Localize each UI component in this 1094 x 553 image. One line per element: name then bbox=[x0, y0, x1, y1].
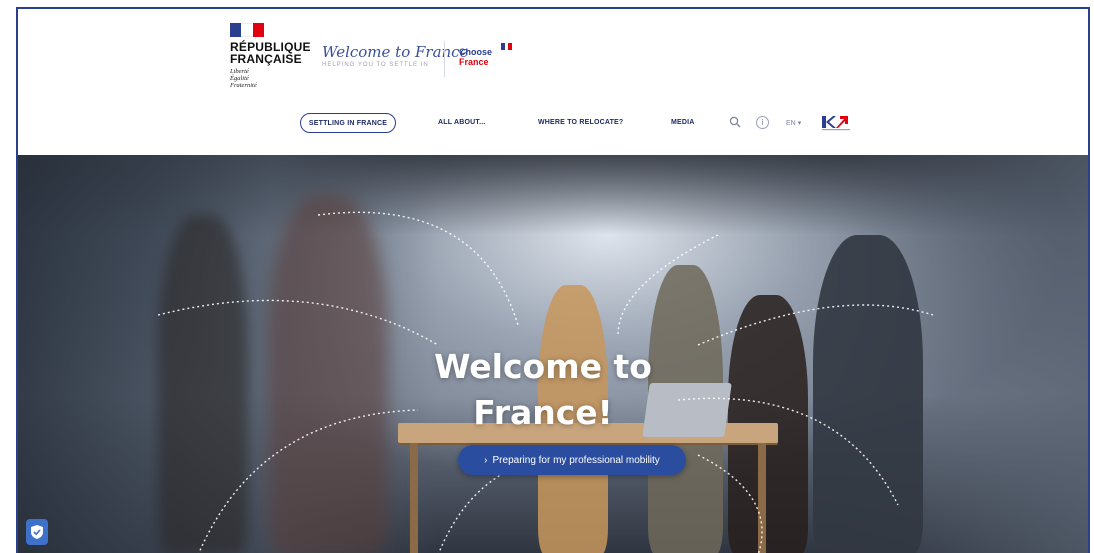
business-france-logo[interactable] bbox=[822, 115, 854, 131]
nav-settling-in-france[interactable]: SETTLING IN FRANCE bbox=[300, 113, 396, 133]
nav-media[interactable]: MEDIA bbox=[671, 119, 695, 126]
info-icon[interactable]: i bbox=[756, 116, 769, 129]
language-selector[interactable]: EN ▾ bbox=[786, 119, 801, 127]
republic-motto: Liberté Égalité Fraternité bbox=[230, 68, 320, 89]
language-label: EN bbox=[786, 120, 796, 127]
france-text: France bbox=[459, 57, 489, 67]
mini-flag-icon bbox=[501, 43, 513, 50]
welcome-script-text: Welcome to France bbox=[322, 43, 469, 61]
header-divider bbox=[444, 41, 445, 77]
republique-francaise-logo[interactable]: RÉPUBLIQUE FRANÇAISE Liberté Égalité Fra… bbox=[230, 23, 320, 89]
hero-banner: Welcome to France! › Preparing for my pr… bbox=[18, 155, 1088, 553]
shield-icon[interactable] bbox=[26, 519, 48, 545]
hero-title-line2: France! bbox=[473, 393, 613, 432]
site-header: RÉPUBLIQUE FRANÇAISE Liberté Égalité Fra… bbox=[18, 9, 1088, 155]
nav-all-about[interactable]: ALL ABOUT... bbox=[438, 119, 486, 126]
french-flag-icon bbox=[230, 23, 264, 37]
welcome-to-france-logo[interactable]: Welcome to France HELPING YOU TO SETTLE … bbox=[322, 43, 469, 68]
welcome-subtitle: HELPING YOU TO SETTLE IN bbox=[322, 62, 429, 68]
choose-france-logo[interactable]: Choose France bbox=[459, 43, 513, 67]
main-nav: SETTLING IN FRANCE ALL ABOUT... WHERE TO… bbox=[18, 111, 1088, 135]
chevron-right-icon: › bbox=[484, 454, 488, 466]
choose-text: Choose bbox=[459, 47, 493, 57]
motto-fraternite: Fraternité bbox=[230, 82, 257, 89]
cta-label: Preparing for my professional mobility bbox=[492, 454, 660, 466]
republic-title-line2: FRANÇAISE bbox=[230, 52, 302, 66]
hero-title-line1: Welcome to bbox=[434, 347, 652, 386]
motto-egalite: Égalité bbox=[230, 75, 249, 82]
professional-mobility-button[interactable]: › Preparing for my professional mobility bbox=[458, 445, 686, 475]
search-icon[interactable] bbox=[728, 116, 742, 130]
chevron-down-icon: ▾ bbox=[797, 120, 802, 127]
motto-liberte: Liberté bbox=[230, 68, 249, 75]
browser-viewport: RÉPUBLIQUE FRANÇAISE Liberté Égalité Fra… bbox=[16, 7, 1090, 553]
nav-where-to-relocate[interactable]: WHERE TO RELOCATE? bbox=[538, 119, 623, 126]
